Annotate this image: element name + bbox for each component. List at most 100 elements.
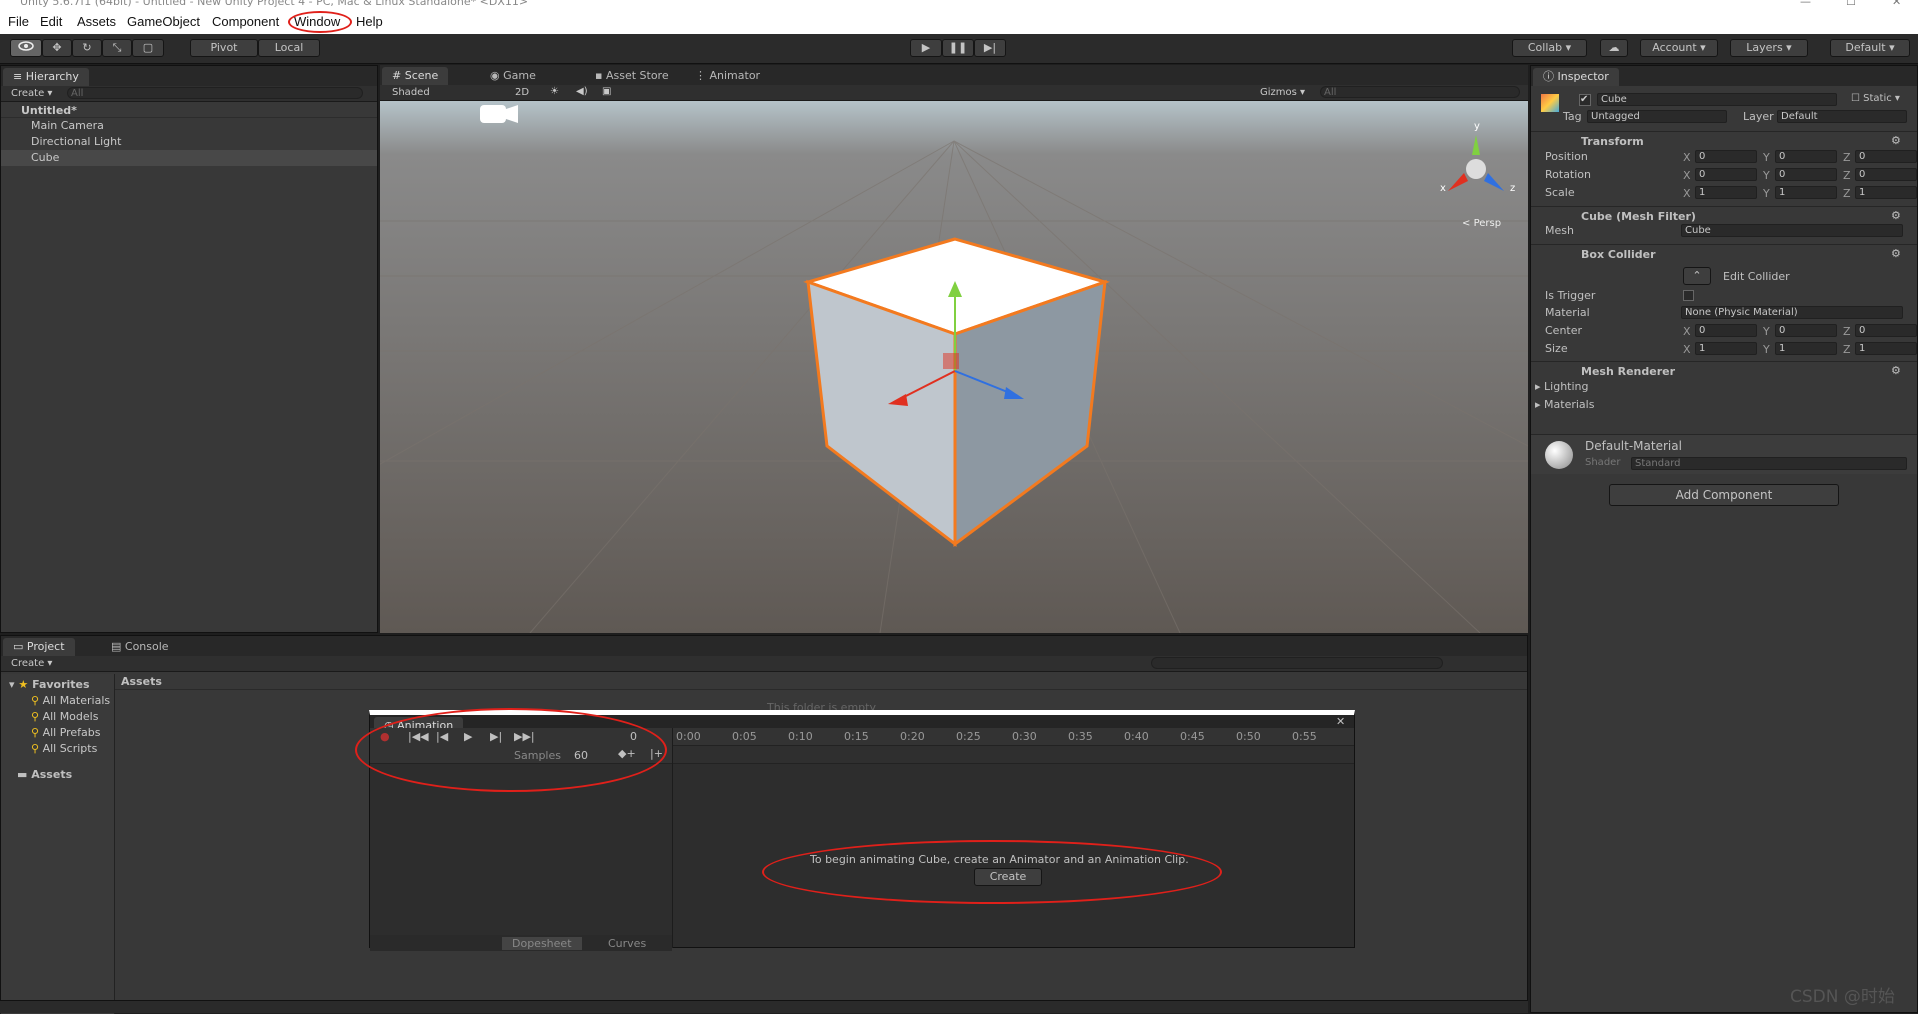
hierarchy-item[interactable]: Main Camera [1,118,377,134]
layer-dropdown[interactable]: Default [1777,110,1907,123]
layers-dropdown[interactable]: Layers ▾ [1730,39,1808,57]
box-collider-header[interactable]: Box Collider ⚙ [1531,244,1917,262]
transform-y-input[interactable]: 1 [1775,186,1837,199]
favorite-item[interactable]: ⚲ All Scripts [31,742,115,755]
rect-tool-button[interactable]: ▢ [132,39,164,57]
tab-hierarchy[interactable]: ≡ Hierarchy [3,68,89,86]
mesh-field[interactable]: Cube [1681,224,1903,237]
project-tabbar: ▭ Project ▤ Console [1,636,1527,656]
active-checkbox[interactable]: ✔ [1579,94,1591,106]
favorite-item[interactable]: ⚲ All Materials [31,694,115,707]
scale-tool-button[interactable]: ⤡ [102,39,132,57]
effects-toggle-icon[interactable]: ▣ [602,86,611,97]
hierarchy-item[interactable]: Cube [1,150,377,166]
object-name-input[interactable]: Cube [1597,93,1837,106]
tab-game[interactable]: ◉ Game [480,67,546,85]
collider-size-y-input[interactable]: 1 [1775,342,1837,355]
menu-gameobject[interactable]: GameObject [127,14,200,29]
menu-component[interactable]: Component [212,14,279,29]
rotate-tool-button[interactable]: ↻ [72,39,102,57]
hierarchy-item[interactable]: Directional Light [1,134,377,150]
is-trigger-checkbox[interactable] [1683,290,1694,301]
close-icon[interactable]: ✕ [1336,715,1345,728]
transform-z-input[interactable]: 1 [1855,186,1917,199]
favorite-item[interactable]: ⚲ All Prefabs [31,726,115,739]
tab-project[interactable]: ▭ Project [3,638,75,656]
favorites-foldout[interactable]: ▾ ★ Favorites [9,678,90,691]
menu-assets[interactable]: Assets [77,14,116,29]
scene-viewport[interactable]: y x z < Persp [380,101,1528,633]
tab-scene[interactable]: # Scene [382,67,449,85]
gizmos-dropdown[interactable]: Gizmos ▾ [1260,87,1305,98]
collider-size-z-input[interactable]: 1 [1855,342,1917,355]
favorite-item[interactable]: ⚲ All Models [31,710,115,723]
inspector-tabbar: ⓘ Inspector [1531,66,1917,86]
edit-collider-button[interactable]: ⌃ [1683,267,1711,285]
tab-inspector[interactable]: ⓘ Inspector [1533,68,1619,86]
event-lane[interactable] [672,746,1354,764]
audio-toggle-icon[interactable]: ◀) [576,86,588,97]
settings-gear-icon[interactable]: ⚙ [1891,209,1901,222]
perspective-label[interactable]: < Persp [1462,218,1501,229]
lighting-toggle-icon[interactable]: ☀ [550,86,559,97]
maximize-icon[interactable]: ☐ [1846,0,1856,8]
lighting-foldout[interactable]: ▸ Lighting [1535,380,1589,393]
transform-x-input[interactable]: 0 [1695,168,1757,181]
minimize-icon[interactable]: — [1800,0,1811,8]
static-toggle[interactable]: ☐ Static ▾ [1851,93,1900,104]
add-component-button[interactable]: Add Component [1609,484,1839,506]
menu-edit[interactable]: Edit [40,14,62,29]
mesh-renderer-header[interactable]: Mesh Renderer ⚙ [1531,361,1917,379]
pivot-toggle[interactable]: Pivot [190,39,258,57]
collider-material-field[interactable]: None (Physic Material) [1681,306,1903,319]
assets-folder[interactable]: ▬ Assets [17,768,72,781]
transform-z-input[interactable]: 0 [1855,150,1917,163]
camera-icon[interactable] [480,105,518,123]
tab-animator[interactable]: ⋮ Animator [685,67,770,85]
collider-center-x-input[interactable]: 0 [1695,324,1757,337]
scene-search-input[interactable]: All [1320,86,1520,98]
close-icon[interactable]: ✕ [1892,0,1901,8]
tag-dropdown[interactable]: Untagged [1587,110,1727,123]
shading-mode-dropdown[interactable]: Shaded [392,87,430,98]
project-create[interactable]: Create ▾ [11,658,52,669]
layout-dropdown[interactable]: Default ▾ [1830,39,1910,57]
mode-2d-toggle[interactable]: 2D [515,87,529,98]
account-dropdown[interactable]: Account ▾ [1640,39,1718,57]
tab-console[interactable]: ▤ Console [101,638,179,656]
settings-gear-icon[interactable]: ⚙ [1891,364,1901,377]
collider-center-y-input[interactable]: 0 [1775,324,1837,337]
local-toggle[interactable]: Local [258,39,320,57]
transform-z-input[interactable]: 0 [1855,168,1917,181]
transform-y-input[interactable]: 0 [1775,150,1837,163]
cloud-button[interactable]: ☁ [1600,39,1628,57]
hand-tool-button[interactable] [10,39,42,57]
step-button[interactable]: ▶| [974,39,1006,57]
menu-file[interactable]: File [8,14,29,29]
timeline-ruler[interactable]: 0:00 0:05 0:10 0:15 0:20 0:25 0:30 0:35 0:40 0:45… [672,728,1354,746]
collab-dropdown[interactable]: Collab ▾ [1512,39,1587,57]
play-button[interactable]: ▶ [910,39,942,57]
transform-y-input[interactable]: 0 [1775,168,1837,181]
scene-root-row[interactable]: Untitled* [1,102,377,118]
hierarchy-search-input[interactable]: All [67,87,363,99]
transform-header[interactable]: Transform ⚙ [1531,131,1917,149]
splitter[interactable] [672,728,673,948]
collider-size-x-input[interactable]: 1 [1695,342,1757,355]
settings-gear-icon[interactable]: ⚙ [1891,134,1901,147]
hierarchy-create[interactable]: Create ▾ [11,88,52,99]
settings-gear-icon[interactable]: ⚙ [1891,247,1901,260]
collider-center-z-input[interactable]: 0 [1855,324,1917,337]
curves-tab[interactable]: Curves [608,937,646,950]
dopesheet-tab[interactable]: Dopesheet [502,937,582,950]
shader-dropdown[interactable]: Standard [1631,457,1907,470]
materials-foldout[interactable]: ▸ Materials [1535,398,1594,411]
mesh-filter-header[interactable]: Cube (Mesh Filter) ⚙ [1531,206,1917,224]
transform-x-input[interactable]: 0 [1695,150,1757,163]
pause-button[interactable]: ❚❚ [942,39,974,57]
tab-asset-store[interactable]: ▪ Asset Store [585,67,679,85]
move-tool-button[interactable]: ✥ [42,39,72,57]
menu-help[interactable]: Help [356,14,383,29]
project-search-input[interactable] [1151,657,1443,669]
transform-x-input[interactable]: 1 [1695,186,1757,199]
